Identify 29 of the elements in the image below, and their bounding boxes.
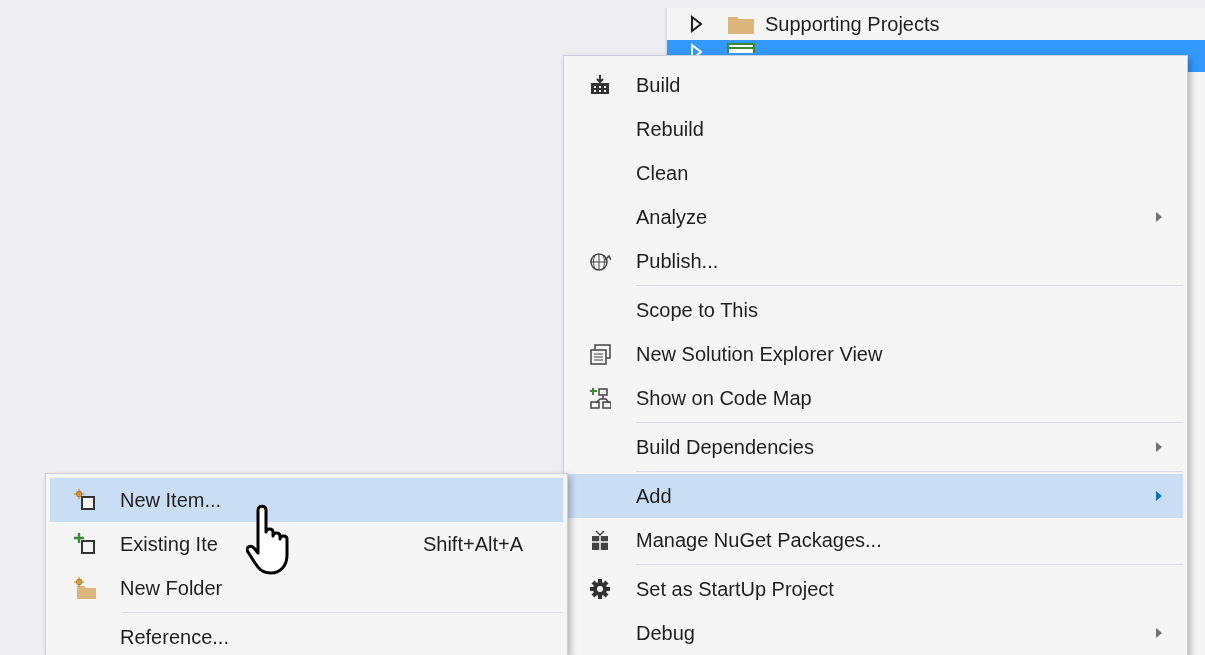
menu-item[interactable]: New Folder <box>50 566 563 610</box>
menu-item[interactable]: Debug <box>564 611 1183 655</box>
menu-item[interactable]: Show on Code Map <box>564 376 1183 420</box>
menu-item[interactable]: Set as StartUp Project <box>564 567 1183 611</box>
menu-item[interactable]: Build <box>564 63 1183 107</box>
menu-item[interactable]: Publish... <box>564 239 1183 283</box>
menu-item[interactable]: Scope to This <box>564 288 1183 332</box>
new-folder-icon <box>74 577 96 599</box>
new-item-icon <box>74 489 96 511</box>
windows-icon <box>589 343 611 365</box>
menu-item[interactable]: Reference... <box>50 615 563 655</box>
menu-item[interactable]: New Item... <box>50 478 563 522</box>
tree-row[interactable]: Supporting Projects <box>667 8 1205 40</box>
existing-item-icon <box>74 533 96 555</box>
project-icon <box>727 43 755 53</box>
package-icon <box>589 529 611 551</box>
build-icon <box>589 74 611 96</box>
menu-item[interactable]: Build Dependencies <box>564 425 1183 469</box>
menu-item[interactable]: New Solution Explorer View <box>564 332 1183 376</box>
menu-item[interactable]: Manage NuGet Packages... <box>564 518 1183 562</box>
menu-item[interactable]: Clean <box>564 151 1183 195</box>
code-map-icon <box>589 387 611 409</box>
gear-icon <box>589 578 611 600</box>
expand-arrow-icon[interactable] <box>689 15 703 33</box>
menu-item[interactable]: Existing Ite Shift+Alt+A <box>50 522 563 566</box>
menu-item[interactable]: Rebuild <box>564 107 1183 151</box>
tree-item-label: Supporting Projects <box>765 12 940 37</box>
menu-item[interactable]: Analyze <box>564 195 1183 239</box>
globe-icon <box>589 250 611 272</box>
